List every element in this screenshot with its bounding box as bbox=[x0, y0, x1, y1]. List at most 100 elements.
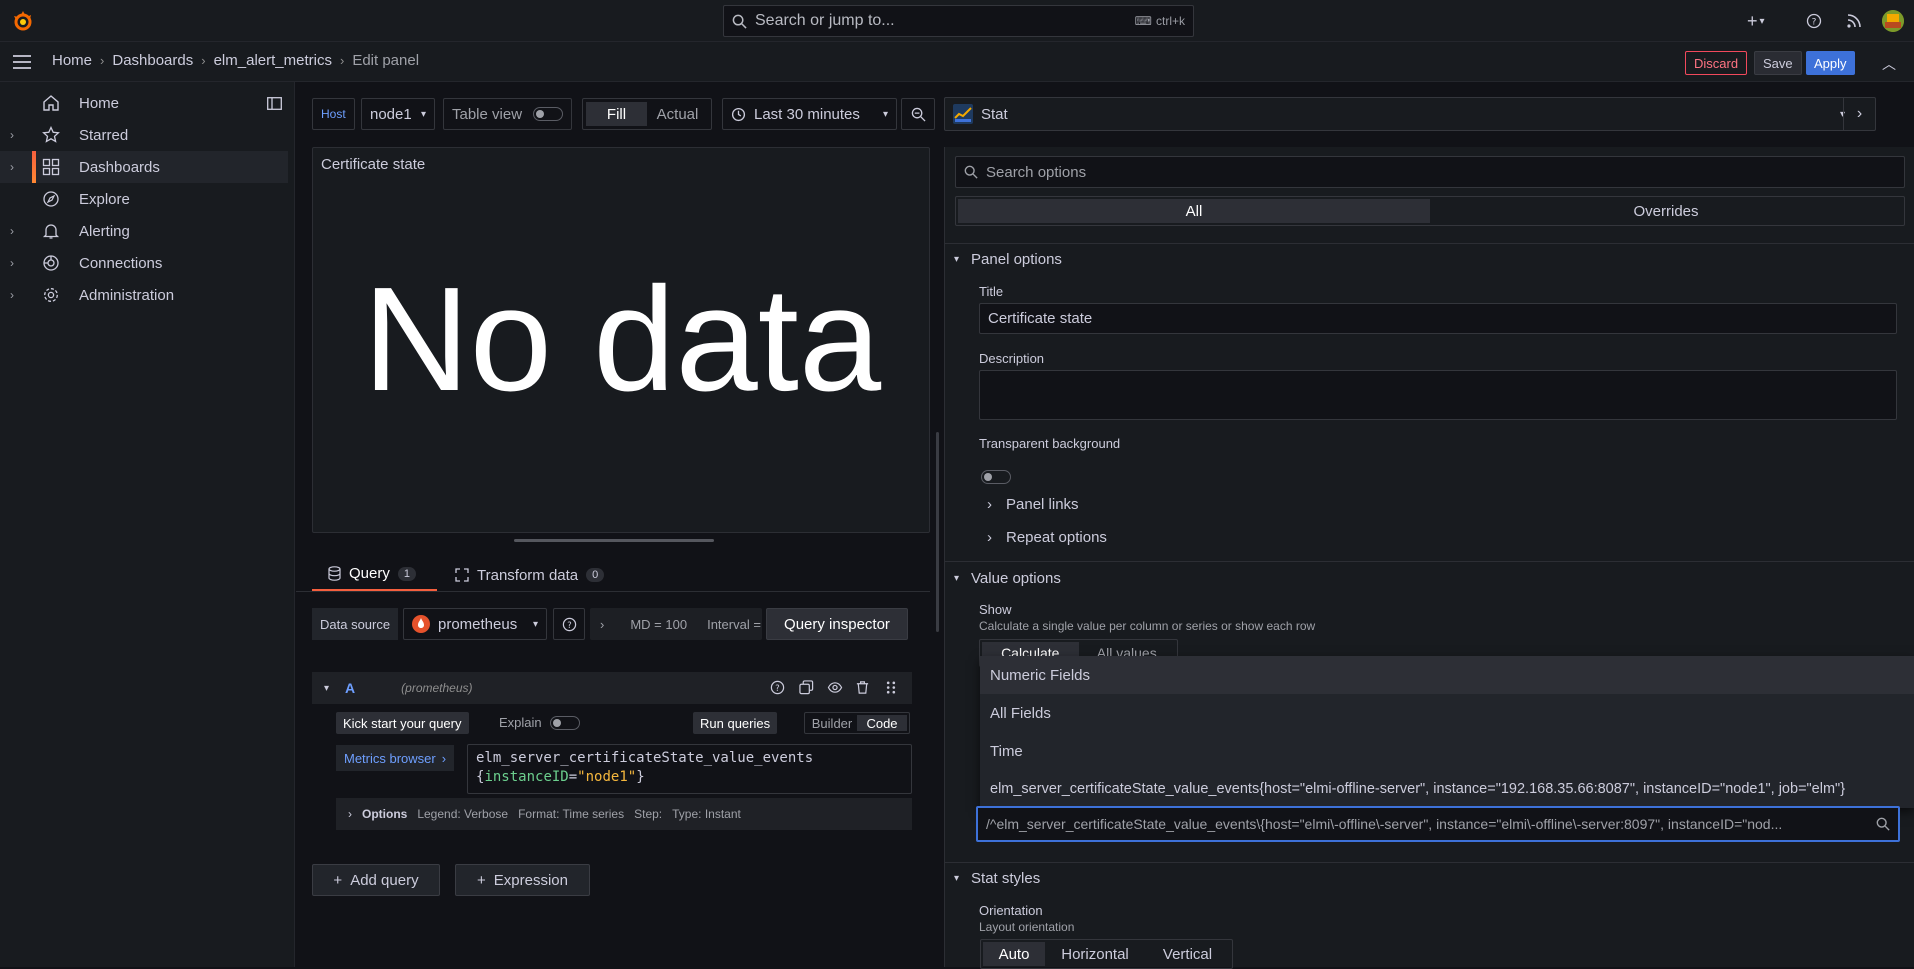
host-variable-select[interactable]: node1 ▾ bbox=[361, 98, 435, 130]
query-ref-id[interactable]: A bbox=[345, 680, 355, 696]
data-source-select[interactable]: prometheus ▾ bbox=[403, 608, 547, 640]
sidebar-item-dashboards[interactable]: › Dashboards bbox=[0, 151, 288, 183]
table-view-switch[interactable] bbox=[533, 107, 563, 121]
explain-toggle[interactable] bbox=[550, 716, 580, 730]
query-options-row[interactable]: › Options Legend: Verbose Format: Time s… bbox=[336, 798, 912, 830]
breadcrumb: Home › Dashboards › elm_alert_metrics › … bbox=[52, 52, 419, 69]
orientation-auto[interactable]: Auto bbox=[983, 942, 1045, 966]
grafana-logo-icon[interactable] bbox=[11, 9, 35, 33]
dropdown-option-numeric-fields[interactable]: Numeric Fields bbox=[980, 656, 1914, 694]
transparent-background-toggle[interactable] bbox=[981, 470, 1011, 484]
add-query-button[interactable]: + Add query bbox=[312, 864, 440, 896]
help-icon[interactable]: ? bbox=[1806, 13, 1822, 29]
repeat-options-title: Repeat options bbox=[1006, 529, 1107, 546]
sidebar-item-starred[interactable]: › Starred bbox=[0, 119, 288, 151]
breadcrumb-home[interactable]: Home bbox=[52, 52, 92, 69]
save-button[interactable]: Save bbox=[1754, 51, 1802, 75]
discard-button[interactable]: Discard bbox=[1685, 51, 1748, 75]
collapse-options-chevron-icon[interactable]: › bbox=[1843, 98, 1875, 130]
table-view-toggle[interactable]: Table view bbox=[443, 98, 572, 130]
chevron-right-icon[interactable]: › bbox=[10, 160, 14, 174]
fields-select-input[interactable]: /^elm_server_certificateState_value_even… bbox=[976, 806, 1900, 842]
pane-splitter-handle[interactable] bbox=[936, 432, 939, 632]
svg-text:?: ? bbox=[567, 619, 571, 629]
title-input[interactable]: Certificate state bbox=[979, 303, 1897, 334]
collapse-chevron-up-icon[interactable]: ︿ bbox=[1882, 54, 1896, 74]
new-menu-button[interactable]: + ▾ bbox=[1747, 11, 1765, 32]
clock-icon bbox=[731, 107, 746, 122]
builder-code-toggle: Builder Code bbox=[804, 712, 910, 734]
dropdown-option-all-fields[interactable]: All Fields bbox=[980, 694, 1914, 732]
repeat-options-header[interactable]: › Repeat options bbox=[987, 529, 1107, 546]
sidebar-item-alerting[interactable]: › Alerting bbox=[0, 215, 288, 247]
tab-overrides[interactable]: Overrides bbox=[1430, 199, 1902, 223]
visualization-picker[interactable]: Stat ▾ › bbox=[944, 97, 1876, 131]
orientation-horizontal[interactable]: Horizontal bbox=[1045, 942, 1145, 966]
chevron-right-icon[interactable]: › bbox=[10, 288, 14, 302]
user-avatar[interactable] bbox=[1882, 10, 1904, 32]
search-icon bbox=[1876, 817, 1890, 831]
options-pane bbox=[944, 147, 1914, 967]
description-textarea[interactable] bbox=[979, 370, 1897, 420]
metrics-browser-button[interactable]: Metrics browser › bbox=[336, 745, 455, 771]
code-option[interactable]: Code bbox=[857, 715, 907, 731]
kick-start-query-button[interactable]: Kick start your query bbox=[336, 712, 469, 734]
breadcrumb-dashboards[interactable]: Dashboards bbox=[112, 52, 193, 69]
panel-links-title: Panel links bbox=[1006, 496, 1079, 513]
breadcrumb-dashboard[interactable]: elm_alert_metrics bbox=[214, 52, 332, 69]
chevron-down-icon: ▾ bbox=[954, 873, 960, 884]
add-expression-button[interactable]: + Expression bbox=[455, 864, 590, 896]
sidebar-item-connections[interactable]: › Connections bbox=[0, 247, 288, 279]
sidebar-item-explore[interactable]: Explore bbox=[0, 183, 288, 215]
fill-option[interactable]: Fill bbox=[586, 102, 647, 126]
news-feed-icon[interactable] bbox=[1846, 13, 1862, 29]
chevron-down-icon: ▾ bbox=[420, 108, 426, 120]
search-icon bbox=[964, 165, 978, 179]
menu-icon[interactable] bbox=[12, 54, 32, 70]
hide-query-eye-icon[interactable] bbox=[827, 680, 843, 695]
tab-transform[interactable]: Transform data 0 bbox=[453, 558, 623, 592]
time-range-picker[interactable]: Last 30 minutes ▾ bbox=[722, 98, 897, 130]
run-queries-button[interactable]: Run queries bbox=[693, 712, 778, 734]
svg-text:?: ? bbox=[1812, 18, 1817, 28]
panel-options-header[interactable]: ▾ Panel options bbox=[954, 251, 1062, 268]
tab-all[interactable]: All bbox=[958, 199, 1430, 223]
variable-host: Host bbox=[312, 98, 355, 130]
query-help-icon[interactable]: ? bbox=[770, 680, 785, 695]
chevron-right-icon: › bbox=[987, 529, 992, 546]
apply-button[interactable]: Apply bbox=[1806, 51, 1855, 75]
drag-handle-icon[interactable] bbox=[885, 680, 897, 695]
promql-label-key: instanceID bbox=[484, 769, 569, 785]
chevron-down-icon: ▾ bbox=[532, 618, 538, 630]
search-options-input[interactable]: Search options bbox=[955, 156, 1905, 188]
search-placeholder: Search or jump to... bbox=[755, 12, 895, 29]
panel-resize-handle[interactable] bbox=[514, 539, 714, 542]
chevron-right-icon[interactable]: › bbox=[10, 256, 14, 270]
chevron-right-icon[interactable]: › bbox=[10, 128, 14, 142]
sidebar-item-administration[interactable]: › Administration bbox=[0, 279, 288, 311]
collapse-chevron-down-icon[interactable]: ▾ bbox=[324, 683, 329, 694]
tab-query[interactable]: Query 1 bbox=[312, 558, 437, 592]
query-options-collapsed[interactable]: › MD = 100 Interval = 20s bbox=[590, 608, 762, 640]
dropdown-option-series[interactable]: elm_server_certificateState_value_events… bbox=[980, 770, 1914, 808]
builder-option[interactable]: Builder bbox=[807, 715, 857, 731]
actual-option[interactable]: Actual bbox=[647, 102, 708, 126]
value-options-title: Value options bbox=[971, 570, 1061, 587]
delete-query-trash-icon[interactable] bbox=[855, 680, 870, 695]
duplicate-query-icon[interactable] bbox=[799, 680, 814, 695]
search-input[interactable]: Search or jump to... ⌨ ctrl+k bbox=[723, 5, 1194, 37]
orientation-vertical[interactable]: Vertical bbox=[1145, 942, 1230, 966]
chevron-right-icon[interactable]: › bbox=[10, 224, 14, 238]
data-source-help-button[interactable]: ? bbox=[553, 608, 585, 640]
query-inspector-button[interactable]: Query inspector bbox=[766, 608, 908, 640]
zoom-out-button[interactable] bbox=[901, 98, 935, 130]
value-options-header[interactable]: ▾ Value options bbox=[954, 570, 1061, 587]
stat-styles-header[interactable]: ▾ Stat styles bbox=[954, 870, 1040, 887]
orientation-description: Layout orientation bbox=[979, 920, 1075, 934]
promql-editor[interactable]: elm_server_certificateState_value_events… bbox=[467, 744, 912, 794]
panel-links-header[interactable]: › Panel links bbox=[987, 496, 1079, 513]
dropdown-option-time[interactable]: Time bbox=[980, 732, 1914, 770]
title-label: Title bbox=[979, 284, 1004, 299]
sidebar-item-home[interactable]: Home bbox=[0, 87, 288, 119]
sidebar: Home › Starred › Dashboards Explore › Al… bbox=[0, 82, 295, 967]
